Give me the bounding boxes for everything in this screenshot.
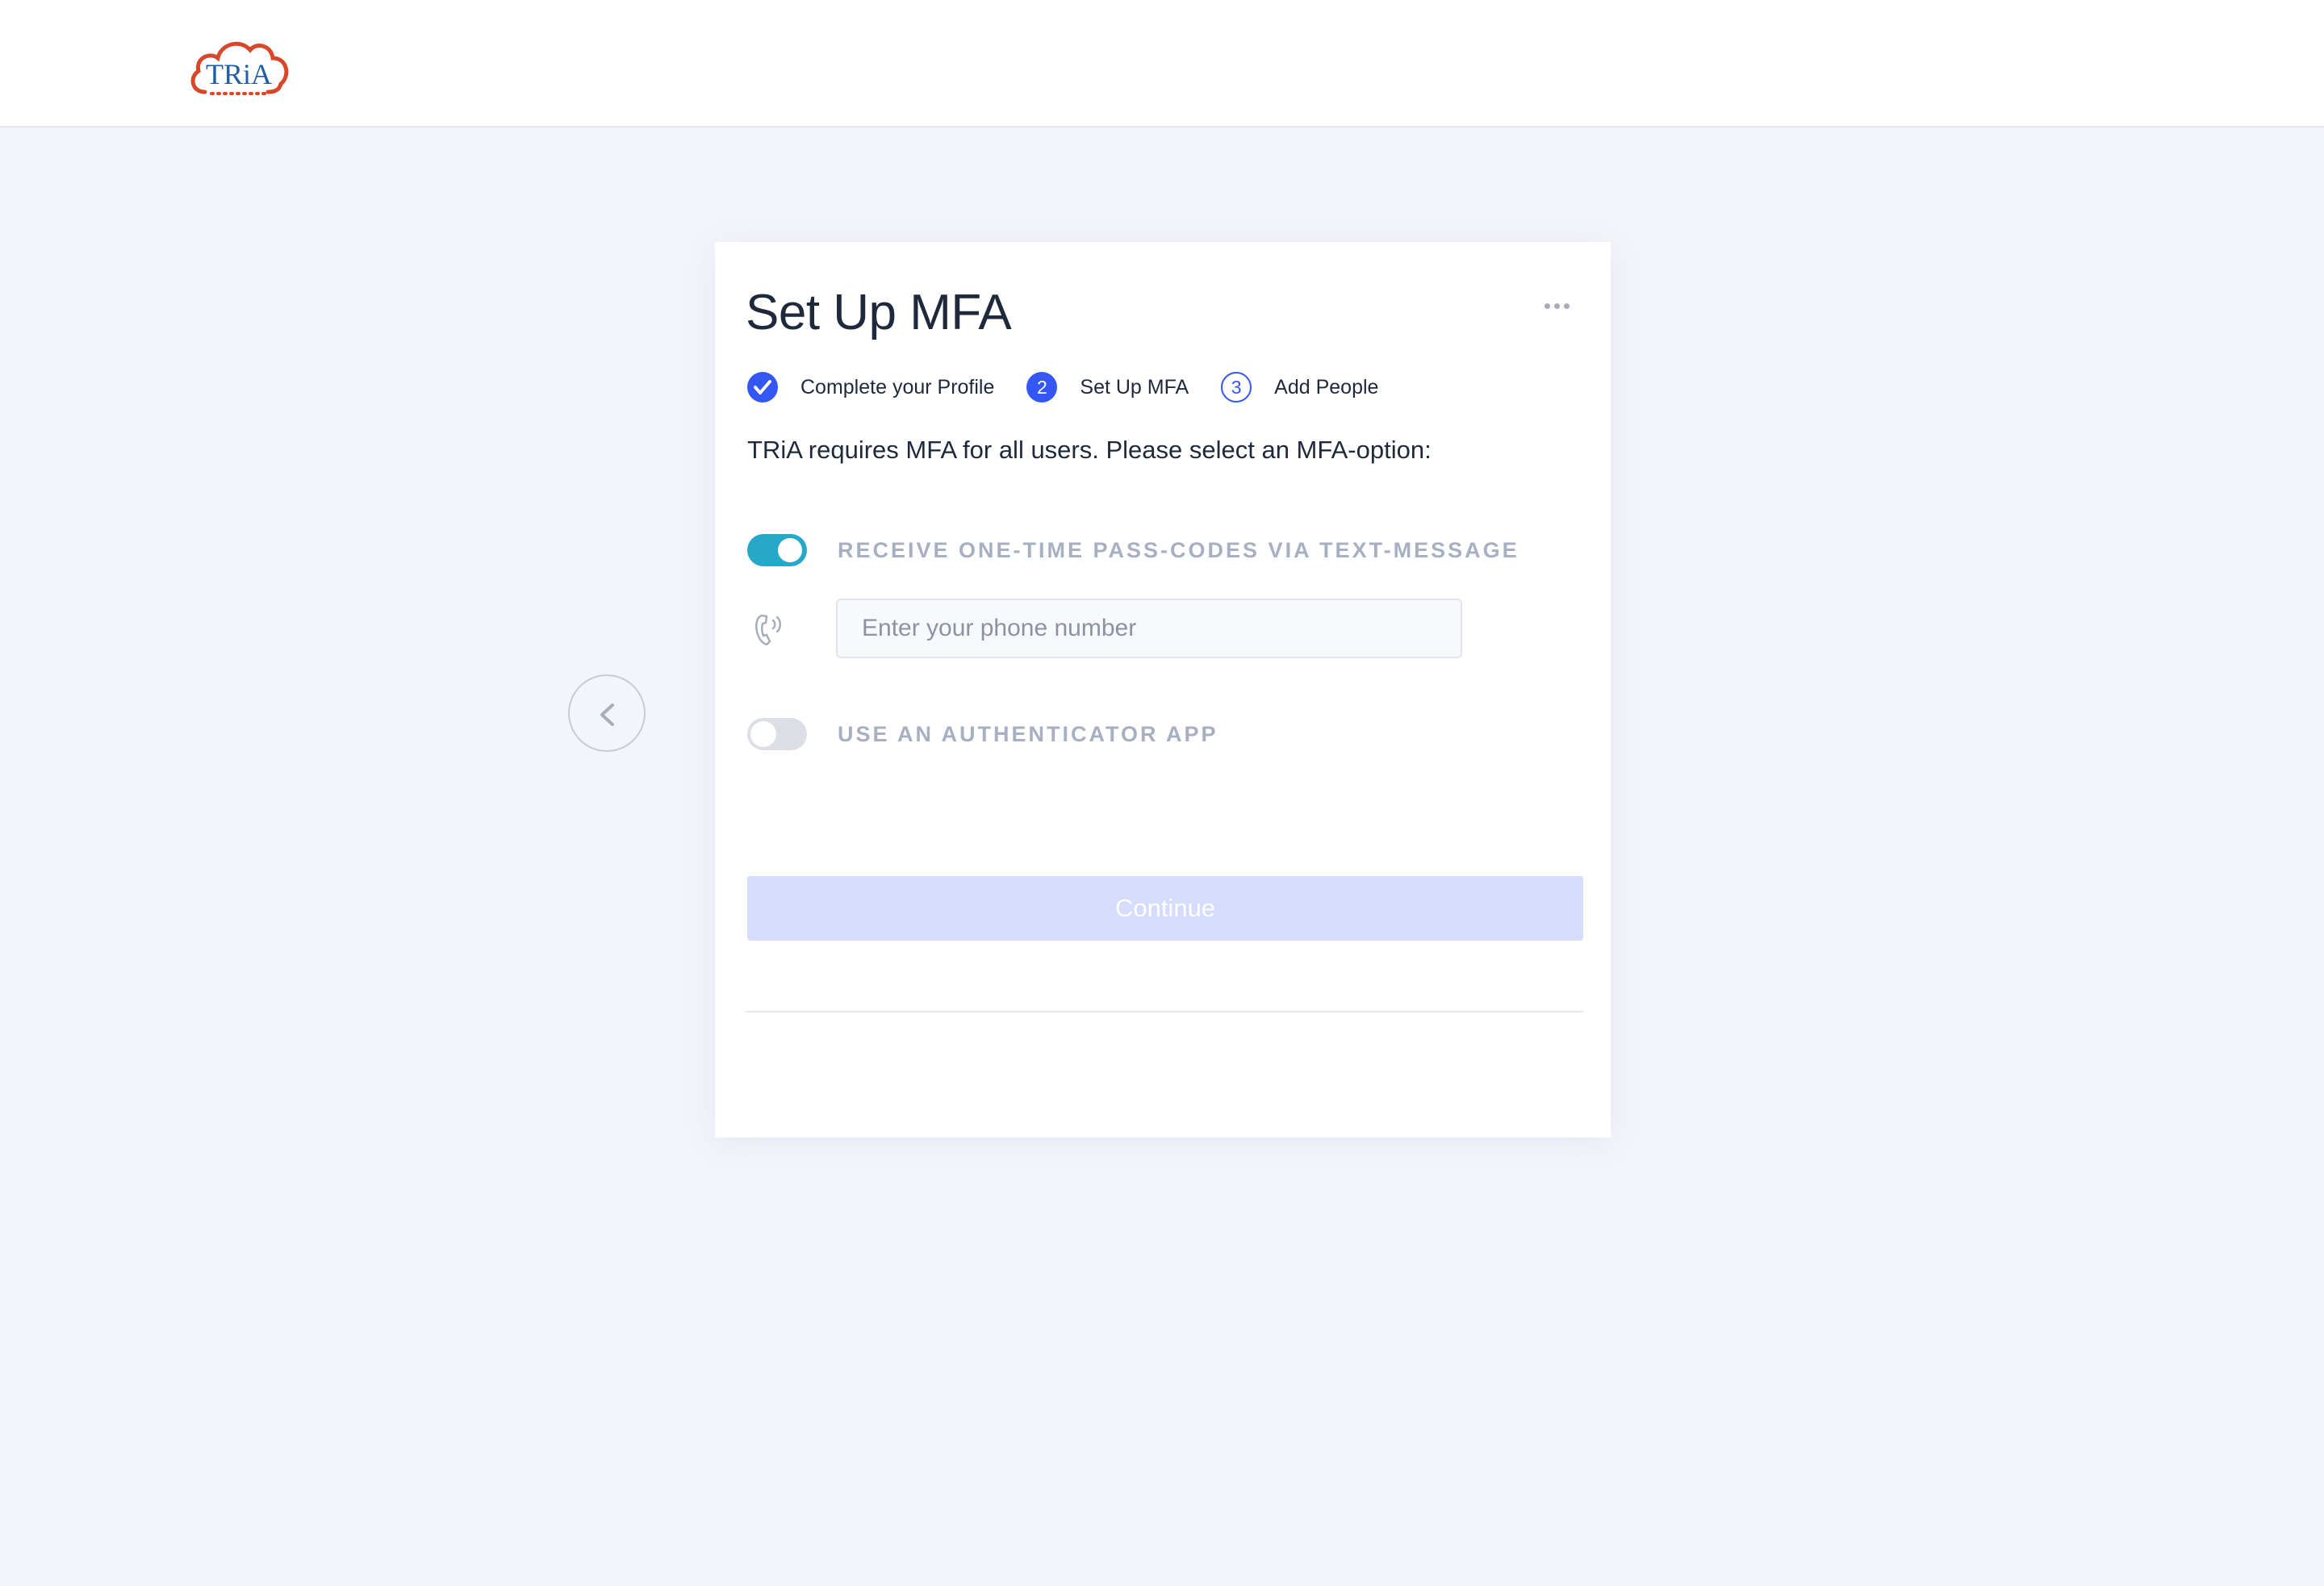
step-set-up-mfa[interactable]: 2 Set Up MFA (1026, 372, 1189, 403)
step-number-badge: 3 (1221, 372, 1252, 403)
intro-text: TRiA requires MFA for all users. Please … (747, 436, 1432, 464)
page-title: Set Up MFA (746, 285, 1012, 340)
setup-mfa-card: Set Up MFA Complete your Profile 2 Set U… (715, 242, 1611, 1137)
step-number-badge: 2 (1026, 372, 1058, 403)
more-horizontal-icon (1544, 303, 1550, 309)
step-label: Add People (1274, 375, 1379, 399)
step-add-people[interactable]: 3 Add People (1221, 372, 1378, 403)
progress-steps: Complete your Profile 2 Set Up MFA 3 Add… (747, 371, 1411, 403)
sms-toggle[interactable] (747, 534, 807, 566)
step-label: Set Up MFA (1080, 375, 1189, 399)
tria-logo[interactable]: TRiA (187, 37, 292, 102)
phone-number-input[interactable] (836, 599, 1462, 658)
sms-option: RECEIVE ONE-TIME PASS-CODES VIA TEXT-MES… (747, 534, 1519, 566)
sms-option-label: RECEIVE ONE-TIME PASS-CODES VIA TEXT-MES… (838, 537, 1519, 562)
step-complete-profile[interactable]: Complete your Profile (747, 372, 994, 403)
step-label: Complete your Profile (800, 375, 995, 399)
top-bar: TRiA (0, 0, 2324, 127)
tria-logo-icon: TRiA (190, 41, 289, 95)
authenticator-option-label: USE AN AUTHENTICATOR APP (838, 721, 1218, 746)
authenticator-option: USE AN AUTHENTICATOR APP (747, 718, 1218, 750)
check-icon (747, 372, 778, 403)
chevron-left-icon (600, 703, 614, 726)
logo-text: TRiA (206, 58, 272, 90)
phone-icon (752, 609, 788, 652)
continue-button[interactable]: Continue (747, 876, 1583, 941)
divider (746, 1011, 1583, 1012)
more-options-button[interactable] (1544, 298, 1577, 311)
back-button[interactable] (568, 674, 646, 752)
authenticator-toggle[interactable] (747, 718, 807, 750)
